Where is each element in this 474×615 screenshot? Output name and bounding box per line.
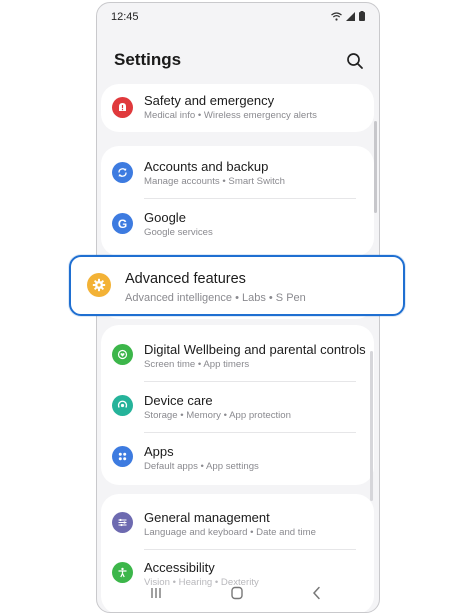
item-title: Digital Wellbeing and parental controls: [144, 342, 366, 357]
settings-item-apps[interactable]: Apps Default apps • App settings: [101, 433, 374, 481]
item-subtitle: Screen time • App timers: [144, 359, 250, 370]
scrollbar[interactable]: [374, 121, 377, 213]
item-subtitle: Manage accounts • Smart Switch: [144, 176, 285, 187]
settings-card-safety: Safety and emergency Medical info • Wire…: [101, 84, 374, 132]
settings-item-advanced-features[interactable]: Advanced features Advanced intelligence …: [69, 255, 405, 316]
scrollbar-lower[interactable]: [370, 351, 373, 501]
divider: [144, 198, 356, 199]
item-title: Accessibility: [144, 560, 215, 575]
item-subtitle: Medical info • Wireless emergency alerts: [144, 110, 317, 121]
item-subtitle: Google services: [144, 227, 213, 238]
item-title: Google: [144, 210, 186, 225]
settings-item-google[interactable]: G Google Google services: [101, 202, 374, 250]
google-icon: G: [112, 213, 133, 234]
item-title: Device care: [144, 393, 213, 408]
search-icon: [347, 53, 363, 69]
back-button[interactable]: [306, 584, 328, 602]
item-title: Apps: [144, 444, 174, 459]
item-subtitle: Storage • Memory • App protection: [144, 410, 291, 421]
navigation-bar: [97, 574, 379, 612]
settings-item-general-management[interactable]: General management Language and keyboard…: [101, 499, 374, 547]
home-button[interactable]: [226, 584, 248, 602]
device-care-icon: [112, 395, 133, 416]
item-subtitle: Language and keyboard • Date and time: [144, 527, 316, 538]
settings-item-accounts[interactable]: Accounts and backup Manage accounts • Sm…: [101, 151, 374, 199]
item-subtitle: Default apps • App settings: [144, 461, 259, 472]
signal-icon: [346, 11, 355, 21]
item-title: General management: [144, 510, 270, 525]
wellbeing-icon: [112, 344, 133, 365]
settings-item-wellbeing[interactable]: Digital Wellbeing and parental controls …: [101, 330, 374, 378]
item-subtitle: Advanced intelligence • Labs • S Pen: [125, 292, 306, 304]
status-bar: 12:45: [97, 3, 379, 31]
apps-icon: [112, 446, 133, 467]
page-title: Settings: [114, 50, 182, 69]
settings-item-device-care[interactable]: Device care Storage • Memory • App prote…: [101, 382, 374, 430]
gear-icon: [87, 273, 111, 297]
alert-icon: [112, 97, 133, 118]
wifi-icon: [331, 11, 342, 21]
sliders-icon: [112, 512, 133, 533]
item-title: Advanced features: [125, 271, 246, 287]
search-button[interactable]: [345, 51, 365, 71]
settings-item-safety[interactable]: Safety and emergency Medical info • Wire…: [101, 84, 374, 132]
item-title: Safety and emergency: [144, 93, 275, 108]
status-time: 12:45: [111, 11, 139, 23]
recents-button[interactable]: [145, 584, 167, 602]
item-title: Accounts and backup: [144, 159, 269, 174]
status-icons: [331, 11, 365, 21]
battery-icon: [359, 11, 365, 21]
settings-card-wellbeing: Digital Wellbeing and parental controls …: [101, 325, 374, 485]
back-icon: [312, 586, 320, 600]
settings-card-accounts: Accounts and backup Manage accounts • Sm…: [101, 146, 374, 256]
home-icon: [231, 586, 243, 600]
recents-icon: [151, 588, 161, 598]
sync-icon: [112, 162, 133, 183]
